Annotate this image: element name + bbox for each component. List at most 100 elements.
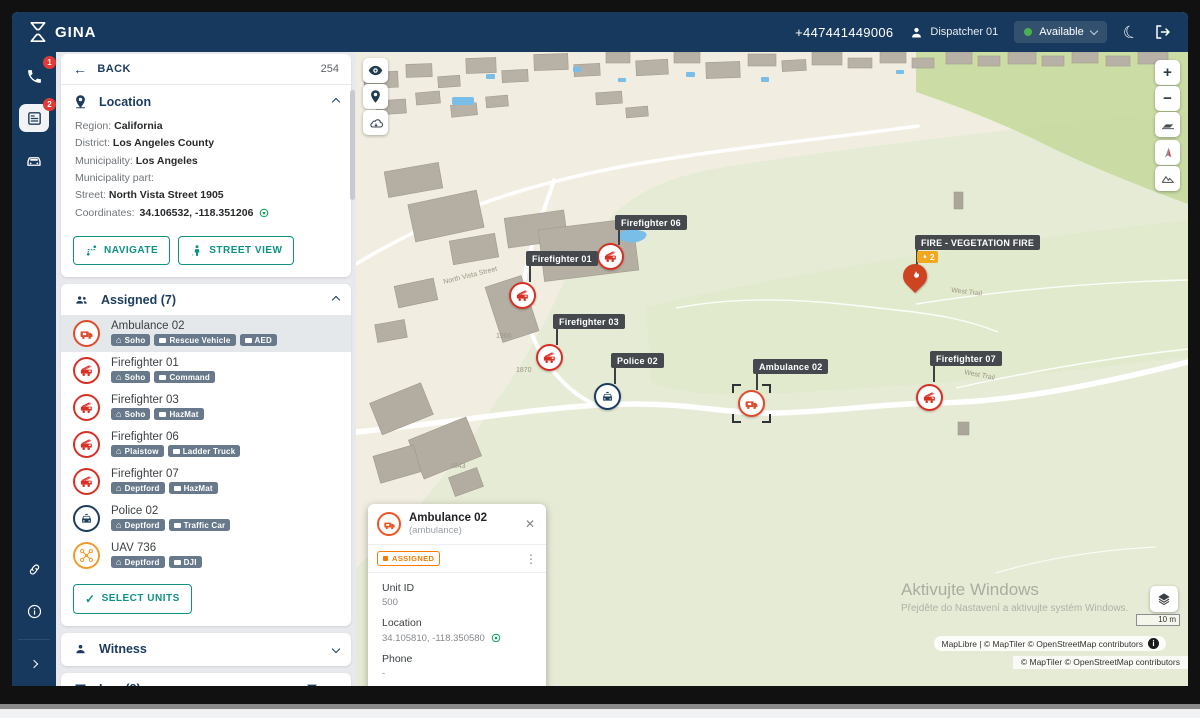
marker-leader [933, 366, 935, 382]
type-tag: Rescue Vehicle [154, 334, 236, 347]
rail-incidents-button[interactable]: 2 [19, 98, 56, 132]
chevron-down-icon [331, 685, 341, 686]
map-marker-firefighter-07[interactable] [916, 384, 943, 411]
unit-row-firefighter-06[interactable]: Firefighter 06 ⌂ Plaistow Ladder Truck [61, 426, 351, 463]
dispatcher-menu[interactable]: Dispatcher 01 [909, 25, 998, 40]
link-icon [29, 563, 39, 575]
left-rail: 1 2 [12, 52, 56, 686]
log-chat-icon [75, 684, 86, 686]
map-canvas[interactable]: North Vista Street West Trail West Trail… [356, 52, 1188, 686]
navigate-button[interactable]: NAVIGATE [73, 235, 171, 265]
marker-label-firefighter-07[interactable]: Firefighter 07 [930, 351, 1002, 366]
panel-scrollbar[interactable] [350, 90, 355, 200]
unit-row-firefighter-01[interactable]: Firefighter 01 ⌂ Soho Command [61, 352, 351, 389]
station-tag: ⌂ Soho [111, 408, 151, 421]
map-marker-police-02[interactable] [594, 383, 621, 410]
marker-label-firefighter-06[interactable]: Firefighter 06 [615, 215, 687, 230]
marker-leader [556, 329, 558, 345]
zoom-out-button[interactable]: − [1155, 86, 1180, 111]
compass-button[interactable] [1155, 140, 1180, 165]
map-scale: 10 m [1136, 614, 1180, 626]
station-tag: ⌂ Soho [111, 371, 151, 384]
bezel-strip [0, 709, 1200, 718]
logout-icon[interactable] [1154, 23, 1172, 41]
map-pin-tool-button[interactable] [363, 84, 388, 109]
gps-target-icon[interactable] [258, 207, 270, 219]
marker-label-firefighter-01[interactable]: Firefighter 01 [526, 251, 598, 266]
unit-row-police-02[interactable]: Police 02 ⌂ Deptford Traffic Car [61, 500, 351, 537]
fire-unit-count-badge: 2 [917, 251, 939, 263]
zoom-in-button[interactable]: + [1155, 60, 1180, 85]
layers-button[interactable] [1150, 586, 1178, 612]
map-visibility-button[interactable] [363, 58, 388, 83]
unit-row-firefighter-03[interactable]: Firefighter 03 ⌂ Soho HazMat [61, 389, 351, 426]
station-tag: ⌂ Deptford [111, 482, 165, 495]
cloud-sync-icon [369, 118, 383, 128]
log-section-toggle[interactable]: Log (8) [61, 672, 351, 686]
fire-truck-icon [73, 467, 100, 495]
unit-row-firefighter-07[interactable]: Firefighter 07 ⌂ Deptford HazMat [61, 463, 351, 500]
unit-row-uav-736[interactable]: UAV 736 ⌂ Deptford DJI [61, 537, 351, 574]
terrain-button[interactable] [1155, 166, 1180, 191]
map-pin-icon [371, 90, 380, 103]
map-marker-firefighter-06[interactable] [597, 243, 624, 270]
witness-title: Witness [99, 642, 147, 657]
calls-badge: 1 [43, 56, 56, 69]
rail-info-button[interactable] [19, 597, 49, 625]
selection-brackets [732, 384, 771, 423]
rail-calls-button[interactable]: 1 [19, 56, 56, 90]
assigned-people-icon [76, 296, 87, 304]
station-tag: ⌂ Soho [111, 334, 151, 347]
location-section-toggle[interactable]: Location [61, 85, 351, 116]
flame-icon [923, 254, 927, 259]
dispatcher-name: Dispatcher 01 [930, 26, 999, 38]
unit-name: Police 02 [111, 505, 159, 518]
house-number: 1843 [450, 463, 466, 470]
back-button[interactable]: ← BACK [73, 61, 131, 77]
dark-mode-toggle[interactable]: ☾ [1120, 21, 1140, 44]
unit-name: Ambulance 02 [111, 320, 185, 333]
type-tag: Traffic Car [168, 519, 231, 532]
incident-list-icon [27, 111, 41, 125]
back-arrow-icon: ← [73, 61, 88, 77]
rail-link-button[interactable] [19, 555, 49, 583]
incident-label-vegetation-fire[interactable]: FIRE - VEGETATION FIRE [915, 235, 1041, 250]
station-tag: ⌂ Plaistow [111, 445, 164, 458]
kebab-menu-icon[interactable]: ⋮ [525, 553, 537, 565]
marker-label-firefighter-03[interactable]: Firefighter 03 [553, 314, 625, 329]
rail-units-button[interactable] [19, 146, 49, 174]
gps-target-icon[interactable] [490, 632, 502, 644]
marker-label-police-02[interactable]: Police 02 [611, 353, 664, 368]
select-units-button[interactable]: ✓ SELECT UNITS [73, 583, 192, 614]
marker-label-ambulance-02[interactable]: Ambulance 02 [753, 359, 829, 374]
witness-section-toggle[interactable]: Witness [61, 632, 351, 666]
gina-app: GINA +447441449006 Dispatcher 01 Availab… [12, 12, 1188, 686]
user-icon [912, 27, 922, 37]
type-tag: Command [154, 371, 215, 384]
vehicle-icon [27, 157, 41, 166]
map-marker-firefighter-03[interactable] [536, 344, 563, 371]
unit-location-field: Location 34.105810, -118.350580 [382, 617, 532, 644]
attribution-info-icon[interactable]: i [1148, 638, 1159, 649]
availability-dropdown[interactable]: Available [1014, 21, 1107, 43]
map-weather-button[interactable] [363, 110, 388, 135]
info-icon [27, 604, 41, 618]
map-marker-firefighter-01[interactable] [509, 282, 536, 309]
screen-frame: GINA +447441449006 Dispatcher 01 Availab… [0, 0, 1200, 718]
map-attribution: MapLibre | © MapTiler © OpenStreetMap co… [934, 636, 1166, 651]
panel-header: ← BACK 254 [61, 54, 351, 85]
tilt-button[interactable] [1155, 112, 1180, 137]
house-number: 1900 [496, 333, 512, 340]
availability-label: Available [1039, 26, 1084, 38]
popup-title: Ambulance 02 (ambulance) [409, 512, 487, 536]
drone-icon [73, 541, 100, 569]
unit-row-ambulance-02[interactable]: Ambulance 02 ⌂ Soho Rescue Vehicle AED [61, 314, 351, 352]
rail-expand-button[interactable] [19, 650, 49, 678]
assigned-section-toggle[interactable]: Assigned (7) [61, 284, 351, 315]
brand-name: GINA [55, 23, 97, 41]
filter-icon[interactable] [305, 682, 319, 686]
incident-panel: ← BACK 254 Location Region: California D… [56, 52, 356, 686]
street-view-button[interactable]: STREET VIEW [178, 235, 295, 265]
municipality-part-row: Municipality part: [75, 171, 154, 184]
close-icon[interactable]: ✕ [523, 517, 537, 531]
